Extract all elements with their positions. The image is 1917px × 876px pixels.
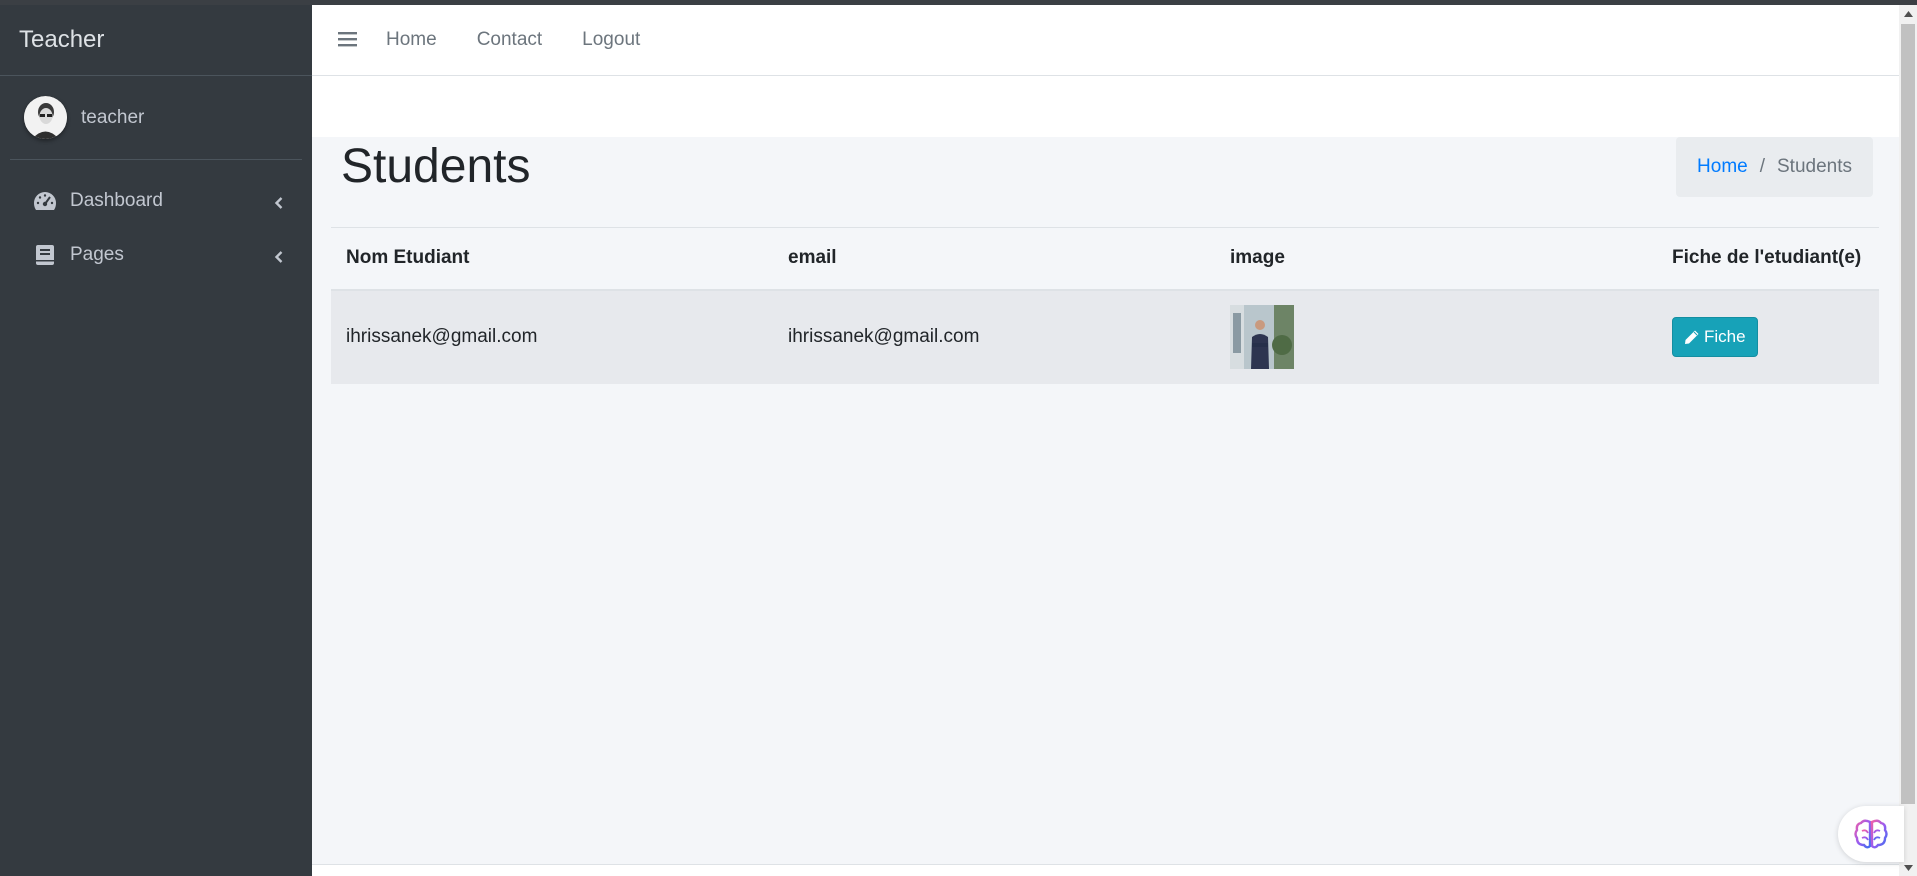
cell-image <box>1215 290 1657 384</box>
sidebar-item-dashboard[interactable]: Dashboard <box>0 174 312 228</box>
column-header-fiche: Fiche de l'etudiant(e) <box>1657 227 1879 291</box>
students-table-wrapper: Nom Etudiant email image Fiche de l'etud… <box>331 227 1879 384</box>
pencil-icon <box>1685 330 1699 344</box>
nav-link-home[interactable]: Home <box>386 29 437 51</box>
tachometer-icon <box>32 190 58 212</box>
brain-extension-button[interactable] <box>1838 806 1904 862</box>
breadcrumb-separator: / <box>1759 156 1765 177</box>
table-header-row: Nom Etudiant email image Fiche de l'etud… <box>331 227 1879 291</box>
table-row: ihrissanek@gmail.com ihrissanek@gmail.co… <box>331 289 1879 384</box>
chevron-left-icon <box>272 248 286 263</box>
scroll-up-arrow-icon[interactable] <box>1899 5 1917 22</box>
column-header-email: email <box>773 227 1215 291</box>
user-panel[interactable]: teacher <box>10 76 302 160</box>
vertical-scrollbar[interactable] <box>1899 5 1917 876</box>
fiche-button-label: Fiche <box>1704 327 1746 346</box>
brand-link[interactable]: Teacher <box>0 5 312 76</box>
app-window: Teacher teacher Dashboard Pages Home Con… <box>0 0 1917 876</box>
breadcrumb-current: Students <box>1777 156 1852 177</box>
menu-toggle-icon[interactable] <box>338 31 360 49</box>
student-photo[interactable] <box>1230 305 1294 369</box>
main-content: Home Contact Logout Students Home / Stud… <box>312 5 1899 876</box>
column-header-image: image <box>1215 227 1657 291</box>
column-header-name: Nom Etudiant <box>331 227 773 291</box>
sidebar: Teacher teacher Dashboard Pages <box>0 5 312 876</box>
avatar <box>24 96 67 139</box>
fiche-button[interactable]: Fiche <box>1672 317 1758 357</box>
scrollbar-thumb[interactable] <box>1901 24 1915 804</box>
breadcrumb: Home / Students <box>1676 137 1873 197</box>
cell-action: Fiche <box>1657 290 1879 384</box>
nav-link-logout[interactable]: Logout <box>582 29 640 51</box>
sidebar-item-label: Pages <box>70 244 124 265</box>
sidebar-nav: Dashboard Pages <box>0 174 312 282</box>
cell-name: ihrissanek@gmail.com <box>346 326 538 347</box>
students-table: Nom Etudiant email image Fiche de l'etud… <box>331 227 1879 384</box>
top-navbar: Home Contact Logout <box>312 5 1899 76</box>
sidebar-item-label: Dashboard <box>70 190 163 211</box>
cell-email: ihrissanek@gmail.com <box>788 326 980 347</box>
breadcrumb-home-link[interactable]: Home <box>1697 156 1748 178</box>
brain-icon <box>1854 819 1888 849</box>
footer <box>312 864 1899 876</box>
nav-link-contact[interactable]: Contact <box>477 29 542 51</box>
chevron-left-icon <box>272 194 286 209</box>
book-icon <box>32 244 58 266</box>
sidebar-item-pages[interactable]: Pages <box>0 228 312 282</box>
page-title: Students <box>341 140 531 193</box>
content-header: Students Home / Students <box>312 137 1899 227</box>
header-spacer <box>312 76 1899 137</box>
user-name: teacher <box>81 106 145 128</box>
